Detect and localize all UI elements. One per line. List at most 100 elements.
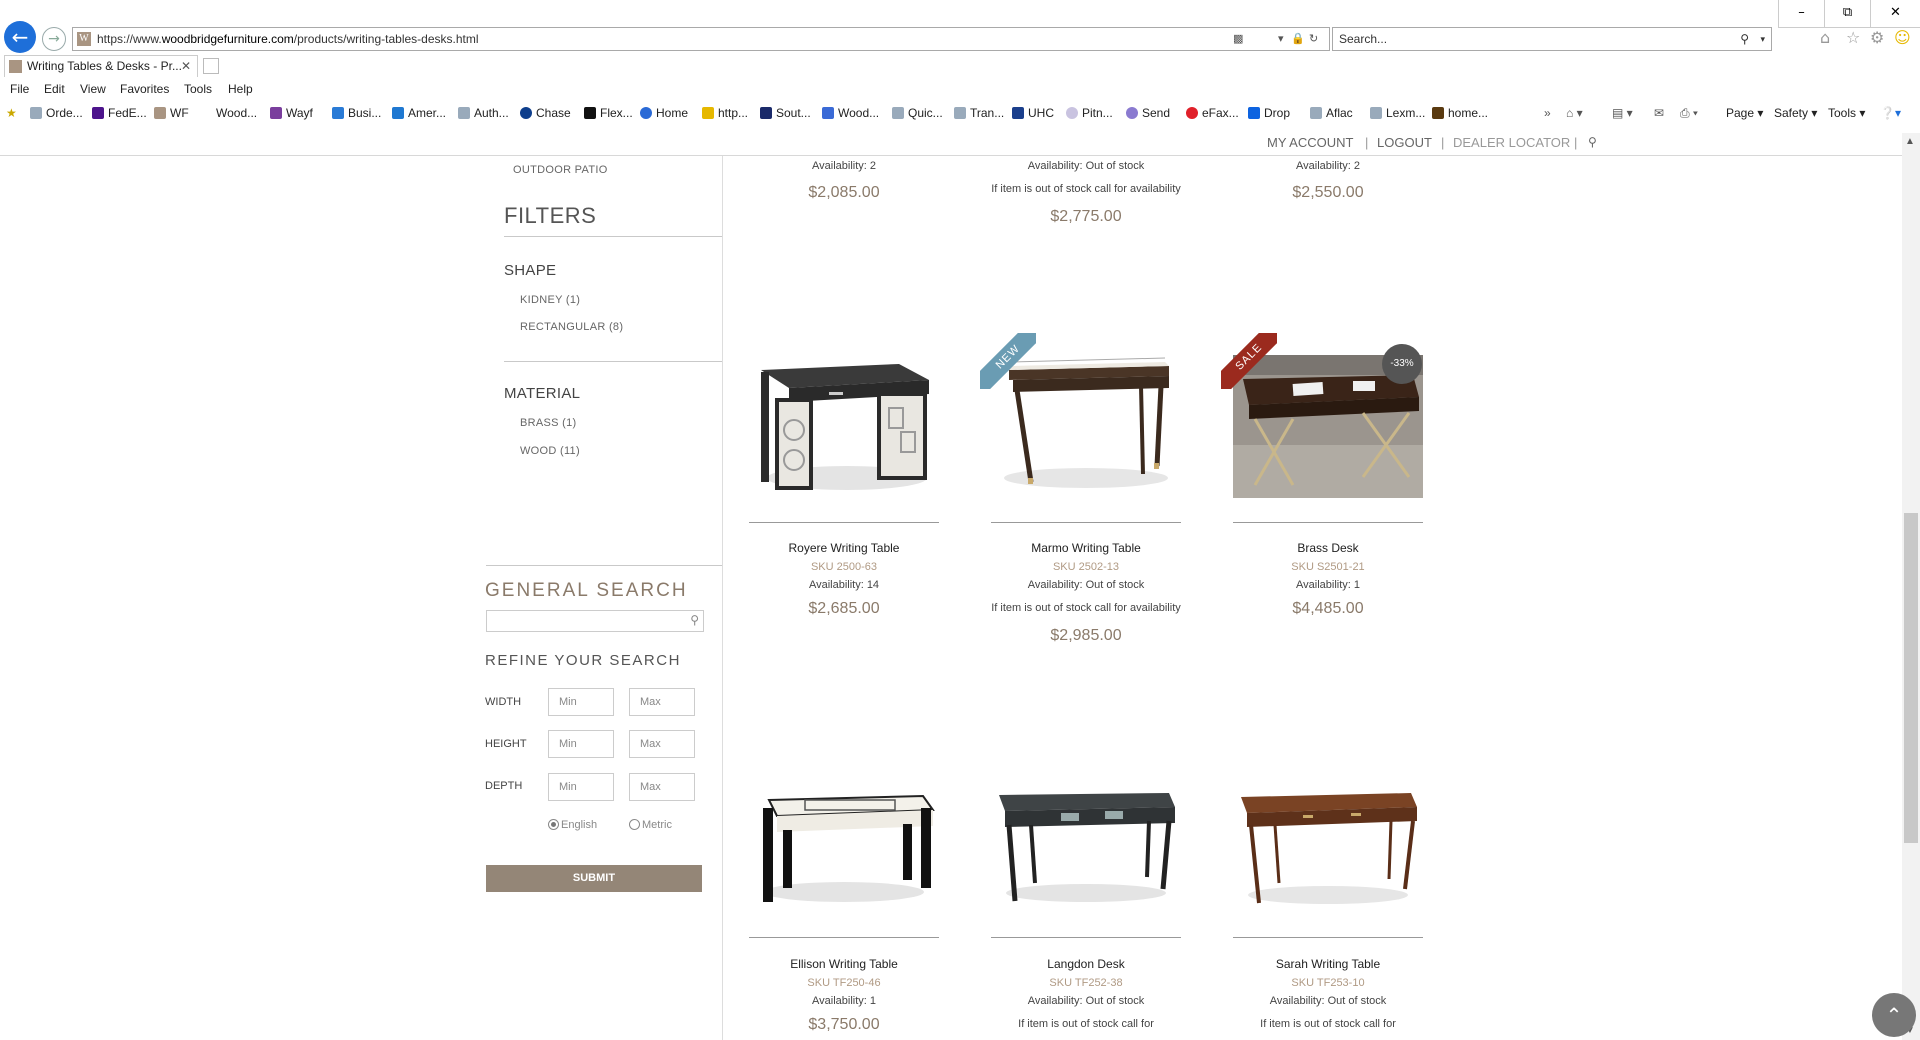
filter-shape-rectangular[interactable]: RECTANGULAR (8) [520,321,623,333]
favorite-item[interactable]: Wood... [200,106,257,120]
compat-view-icon[interactable]: ▩ [1233,28,1243,50]
favorite-item[interactable]: FedE... [92,106,147,120]
favorite-item[interactable]: Sout... [760,106,811,120]
forward-button[interactable]: → [42,27,66,51]
favorite-item[interactable]: Pitn... [1066,106,1113,120]
radio-unchecked-icon[interactable] [629,819,640,830]
menu-edit[interactable]: Edit [44,82,65,96]
print-icon[interactable]: ⎙ ▾ [1680,106,1698,121]
browser-search-input[interactable]: Search... ⚲ ▾ [1332,27,1772,51]
product-name-link[interactable]: Sarah Writing Table [1233,957,1423,971]
dealer-locator-link[interactable]: DEALER LOCATOR [1453,135,1570,150]
general-search-input[interactable]: ⚲ [486,610,704,632]
width-max-input[interactable]: Max [629,688,695,716]
units-english-radio[interactable]: English [548,819,597,831]
product-image-royere[interactable] [749,350,939,500]
site-search-icon[interactable]: ⚲ [1588,135,1597,149]
menu-file[interactable]: File [10,82,29,96]
safety-menu[interactable]: Safety ▾ [1774,106,1817,120]
filter-shape-kidney[interactable]: KIDNEY (1) [520,294,580,306]
category-outdoor-patio-link[interactable]: OUTDOOR PATIO [513,164,608,176]
tab-close-icon[interactable]: ✕ [181,56,191,76]
radio-checked-icon[interactable] [548,819,559,830]
favorite-item[interactable]: WF [154,106,189,120]
product-image-ellison[interactable] [749,780,939,910]
help-icon[interactable]: ❔▾ [1880,106,1901,120]
menu-help[interactable]: Help [228,82,253,96]
menu-view[interactable]: View [80,82,106,96]
favorite-item[interactable]: Wood... [822,106,879,120]
favorite-item[interactable]: Flex... [584,106,633,120]
depth-min-input[interactable]: Min [548,773,614,801]
favorite-item[interactable]: Chase [520,106,571,120]
home-icon[interactable]: ⌂ [1820,28,1830,47]
product-name-link[interactable]: Royere Writing Table [749,541,939,555]
favorite-item[interactable]: Drop [1248,106,1290,120]
close-window-button[interactable]: ✕ [1870,0,1920,28]
units-metric-radio[interactable]: Metric [629,819,672,831]
favorite-item[interactable]: Tran... [954,106,1004,120]
favorite-item[interactable]: Send [1126,106,1170,120]
filter-material-brass[interactable]: BRASS (1) [520,417,577,429]
favorite-item[interactable]: Quic... [892,106,943,120]
tab-active[interactable]: Writing Tables & Desks - Pr... ✕ [4,55,198,77]
logout-link[interactable]: LOGOUT [1377,135,1432,150]
my-account-link[interactable]: MY ACCOUNT [1267,135,1353,150]
shape-heading: SHAPE [504,262,557,279]
favorite-item[interactable]: Home [640,106,688,120]
menu-tools[interactable]: Tools [184,82,212,96]
favorite-item[interactable]: Wayf [270,106,313,120]
address-bar[interactable]: W https://www.woodbridgefurniture.com/pr… [72,27,1330,51]
product-name-link[interactable]: Ellison Writing Table [749,957,939,971]
favorite-item[interactable]: Auth... [458,106,509,120]
favorites-add-icon[interactable]: ★ [6,106,17,120]
product-image-sarah[interactable] [1233,785,1423,910]
search-dropdown-icon[interactable]: ▾ [1760,28,1765,50]
new-tab-button[interactable] [203,58,219,74]
page-scrollbar[interactable]: ▲ ▼ [1902,133,1920,1040]
tools-menu[interactable]: Tools ▾ [1828,106,1865,120]
lock-icon[interactable]: 🔒 [1291,28,1305,50]
feeds-icon[interactable]: ▤ ▾ [1612,106,1633,120]
favorite-item[interactable]: Busi... [332,106,381,120]
height-max-input[interactable]: Max [629,730,695,758]
depth-max-input[interactable]: Max [629,773,695,801]
product-name-link[interactable]: Langdon Desk [991,957,1181,971]
submit-button[interactable]: SUBMIT [486,865,702,892]
favorites-star-icon[interactable]: ☆ [1846,28,1860,47]
favorite-item[interactable]: home... [1432,106,1488,120]
scrollbar-thumb[interactable] [1904,513,1918,843]
back-button[interactable]: ← [4,21,36,53]
dropdown-icon[interactable]: ▾ [1278,28,1284,50]
search-icon[interactable]: ⚲ [1740,28,1749,50]
back-to-top-button[interactable]: ⌃ [1872,993,1916,1037]
favorite-item[interactable]: http... [702,106,748,120]
menu-favorites[interactable]: Favorites [120,82,169,96]
favorite-item[interactable]: Aflac [1310,106,1353,120]
settings-gear-icon[interactable]: ⚙ [1870,28,1884,47]
filter-material-wood[interactable]: WOOD (11) [520,445,580,457]
favorite-item[interactable]: Amer... [392,106,446,120]
feedback-smiley-icon[interactable]: ☺ [1894,28,1911,47]
home-command-icon[interactable]: ⌂ ▾ [1566,106,1583,120]
restore-button[interactable]: ⧉ [1824,0,1870,28]
favorite-item[interactable]: Lexm... [1370,106,1425,120]
mail-icon[interactable]: ✉ [1654,106,1664,120]
minimize-button[interactable]: – [1778,0,1824,28]
width-min-input[interactable]: Min [548,688,614,716]
scroll-up-icon[interactable]: ▲ [1905,136,1915,147]
product-name-link[interactable]: Brass Desk [1233,541,1423,555]
product-card: Ellison Writing Table SKU TF250-46 Avail… [749,957,939,1034]
refresh-icon[interactable]: ↻ [1309,28,1318,50]
favorite-item[interactable]: eFax... [1186,106,1239,120]
height-min-input[interactable]: Min [548,730,614,758]
depth-label: DEPTH [485,780,523,792]
page-menu[interactable]: Page ▾ [1726,106,1763,120]
search-icon[interactable]: ⚲ [690,613,699,627]
favorite-item[interactable]: UHC [1012,106,1054,120]
more-favorites-chevron-icon[interactable]: » [1544,106,1551,120]
product-name-link[interactable]: Marmo Writing Table [991,541,1181,555]
favorite-item[interactable]: Orde... [30,106,83,120]
divider [486,565,722,566]
product-image-langdon[interactable] [991,785,1181,910]
